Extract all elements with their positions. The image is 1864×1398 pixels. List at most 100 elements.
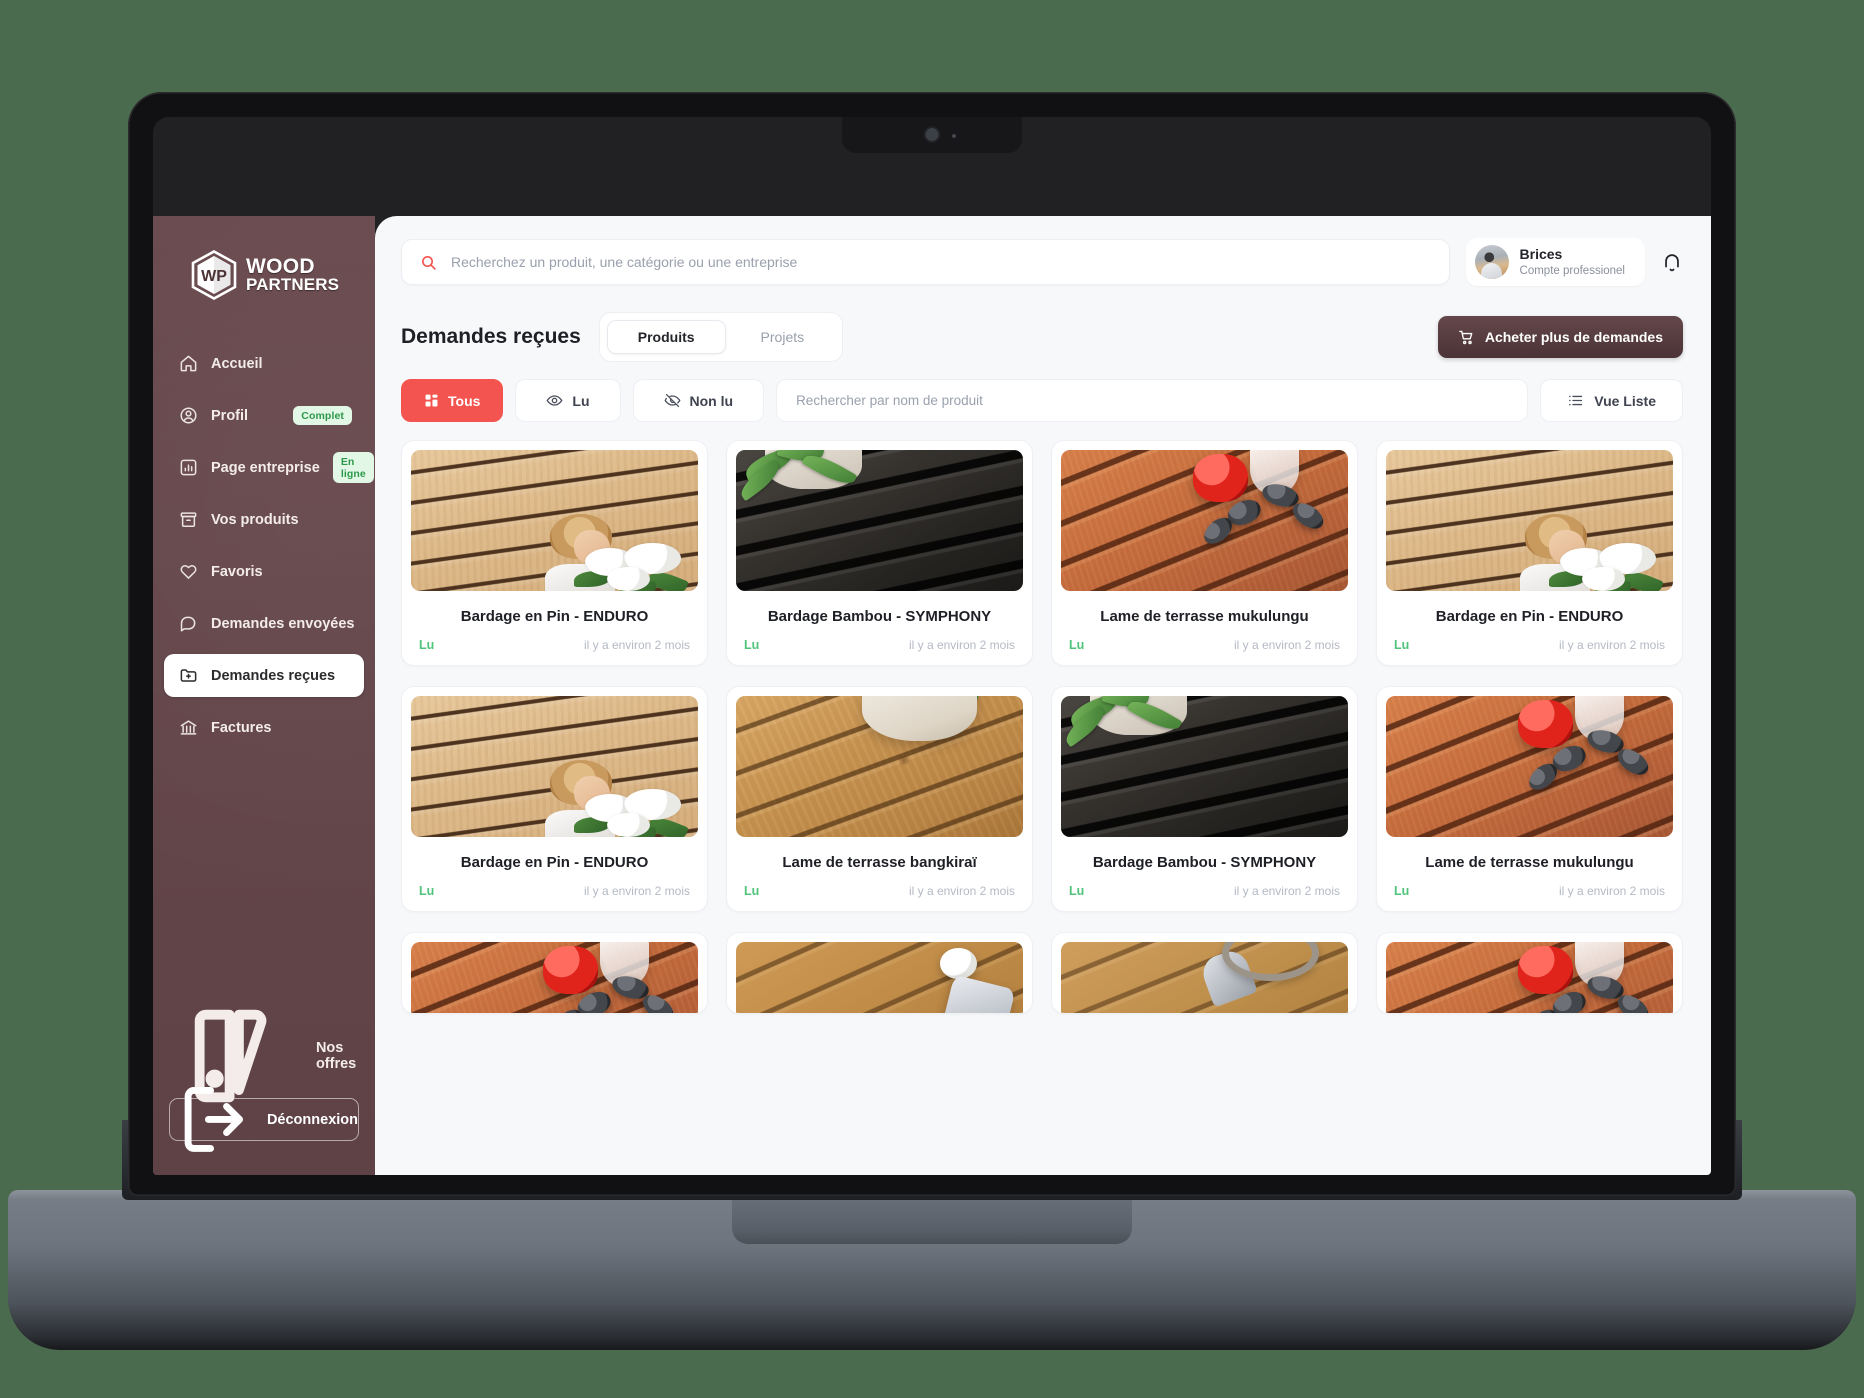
- chart-icon: [180, 459, 197, 476]
- request-card[interactable]: [726, 932, 1033, 1014]
- logout-icon: [184, 1087, 244, 1152]
- sidebar-item-demandes-envoyees[interactable]: Demandes envoyées: [164, 602, 364, 645]
- decorative-flowers: [573, 789, 689, 837]
- requests-grid-container: Bardage en Pin - ENDURO Lu il y a environ …: [375, 422, 1711, 1175]
- product-image: [1386, 942, 1673, 1013]
- list-icon: [1569, 395, 1583, 406]
- box-icon: [180, 512, 197, 528]
- decorative-flowers: [573, 543, 689, 591]
- page-title: Demandes reçues: [401, 325, 581, 348]
- request-card-title: Lame de terrasse bangkiraï: [782, 854, 977, 871]
- request-card-footer: Lu il y a environ 2 mois: [736, 871, 1023, 911]
- sidebar-item-profil[interactable]: Profil Complet: [164, 394, 364, 437]
- decorative-plant: [1061, 696, 1193, 764]
- product-name-search-input[interactable]: [794, 392, 1511, 409]
- brand-logo[interactable]: WP WOOD PARTNERS: [153, 224, 375, 306]
- sidebar-item-label: Page entreprise: [211, 459, 320, 476]
- tab-projets[interactable]: Projets: [730, 320, 836, 354]
- filter-chip-non-lu[interactable]: Non lu: [632, 379, 765, 422]
- webcam-icon: [925, 128, 939, 141]
- product-image: [1386, 450, 1673, 591]
- product-image: [1061, 942, 1348, 1013]
- list-view-toggle[interactable]: Vue Liste: [1540, 379, 1683, 422]
- request-status: Lu: [419, 638, 435, 652]
- request-card[interactable]: Bardage en Pin - ENDURO Lu il y a environ …: [401, 440, 708, 666]
- user-account-chip[interactable]: Brices Compte professionel: [1465, 238, 1645, 286]
- chat-icon: [180, 616, 196, 632]
- sidebar-footer: Nos offres Déconnexion: [153, 1009, 375, 1175]
- request-card-footer: Lu il y a environ 2 mois: [411, 871, 698, 911]
- sidebar-offers-label: Nos offres: [315, 1040, 357, 1072]
- requests-grid: Bardage en Pin - ENDURO Lu il y a environ …: [401, 440, 1683, 912]
- sidebar-item-factures[interactable]: Factures: [164, 706, 364, 749]
- sidebar-item-favoris[interactable]: Favoris: [164, 550, 364, 593]
- search-input[interactable]: [449, 253, 1431, 271]
- product-image: [736, 696, 1023, 837]
- product-image: [736, 942, 1023, 1013]
- request-card-footer: Lu il y a environ 2 mois: [1061, 871, 1348, 911]
- home-icon: [180, 355, 197, 372]
- main-content: Brices Compte professionel Demandes reçu…: [375, 216, 1711, 1175]
- sidebar-item-vos-produits[interactable]: Vos produits: [164, 498, 364, 541]
- notification-bell-icon[interactable]: [1661, 250, 1683, 274]
- decorative-flowers: [1548, 543, 1664, 591]
- tab-produits[interactable]: Produits: [606, 320, 726, 354]
- request-card[interactable]: Lame de terrasse mukulungu Lu il y a envir…: [1376, 686, 1683, 912]
- request-card[interactable]: [1376, 932, 1683, 1014]
- filter-chip-lu[interactable]: Lu: [515, 379, 621, 422]
- request-card-footer: Lu il y a environ 2 mois: [736, 625, 1023, 665]
- request-card[interactable]: Bardage Bambou - SYMPHONY Lu il y a enviro…: [726, 440, 1033, 666]
- user-subtitle: Compte professionel: [1519, 264, 1625, 277]
- sidebar-item-label: Demandes envoyées: [211, 615, 355, 632]
- sidebar-item-demandes-recues[interactable]: Demandes reçues: [164, 654, 364, 697]
- brand-line-2: PARTNERS: [246, 274, 340, 294]
- top-bar: Brices Compte professionel: [375, 216, 1711, 290]
- sidebar-item-label: Demandes reçues: [211, 667, 336, 684]
- request-timestamp: il y a environ 2 mois: [908, 638, 1015, 652]
- request-card[interactable]: Bardage en Pin - ENDURO Lu il y a environ …: [401, 686, 708, 912]
- product-image: [411, 942, 698, 1013]
- buy-more-requests-label: Acheter plus de demandes: [1484, 329, 1663, 345]
- sidebar-item-accueil[interactable]: Accueil: [164, 342, 364, 385]
- sidebar-item-nos-offres[interactable]: Nos offres: [164, 1009, 364, 1103]
- brand-line-1: WOOD: [246, 254, 315, 278]
- bank-icon: [180, 720, 197, 735]
- sidebar-item-label: Factures: [211, 719, 272, 736]
- sidebar-item-page-entreprise[interactable]: Page entreprise En ligne: [164, 446, 374, 489]
- product-image: [1386, 696, 1673, 837]
- filter-bar: Tous Lu Non lu Rechercher par nom de pro…: [375, 362, 1711, 422]
- tab-group: Produits Projets: [598, 312, 844, 362]
- cart-icon: [1458, 330, 1473, 344]
- application-window: WP WOOD PARTNERS Accueil Profil Complet …: [153, 216, 1711, 1175]
- screen: WP WOOD PARTNERS Accueil Profil Complet …: [153, 117, 1711, 1175]
- request-card[interactable]: Bardage en Pin - ENDURO Lu il y a environ …: [1376, 440, 1683, 666]
- request-status: Lu: [1069, 638, 1085, 652]
- request-timestamp: il y a environ 2 mois: [583, 638, 690, 652]
- eye-icon: [546, 395, 563, 406]
- laptop-foot-left: [104, 1340, 314, 1374]
- svg-text:WP: WP: [201, 268, 227, 285]
- request-card[interactable]: [1051, 932, 1358, 1014]
- product-name-search[interactable]: [776, 379, 1529, 422]
- user-info: Brices Compte professionel: [1520, 246, 1625, 278]
- request-status: Lu: [744, 638, 760, 652]
- request-timestamp: il y a environ 2 mois: [583, 884, 690, 898]
- request-card[interactable]: Bardage Bambou - SYMPHONY Lu il y a enviro…: [1051, 686, 1358, 912]
- request-card[interactable]: [401, 932, 708, 1014]
- request-status: Lu: [1069, 884, 1085, 898]
- webcam-indicator-icon: [952, 134, 956, 138]
- wood-partners-hex-icon: WP: [191, 250, 237, 300]
- request-timestamp: il y a environ 2 mois: [1233, 638, 1340, 652]
- request-card[interactable]: Lame de terrasse mukulungu Lu il y a envir…: [1051, 440, 1358, 666]
- laptop-foot-right: [1550, 1340, 1760, 1374]
- filter-chip-tous[interactable]: Tous: [401, 379, 504, 422]
- request-card[interactable]: Lame de terrasse bangkiraï Lu il y a envir…: [726, 686, 1033, 912]
- heart-icon: [180, 565, 197, 579]
- laptop-screen-bezel: WP WOOD PARTNERS Accueil Profil Complet …: [153, 117, 1711, 1175]
- filter-chip-label: Non lu: [689, 392, 734, 409]
- eye-off-icon: [664, 393, 680, 408]
- buy-more-requests-button[interactable]: Acheter plus de demandes: [1437, 316, 1683, 358]
- decorative-plant: [736, 450, 868, 518]
- global-search[interactable]: [401, 239, 1450, 285]
- request-timestamp: il y a environ 2 mois: [1233, 884, 1340, 898]
